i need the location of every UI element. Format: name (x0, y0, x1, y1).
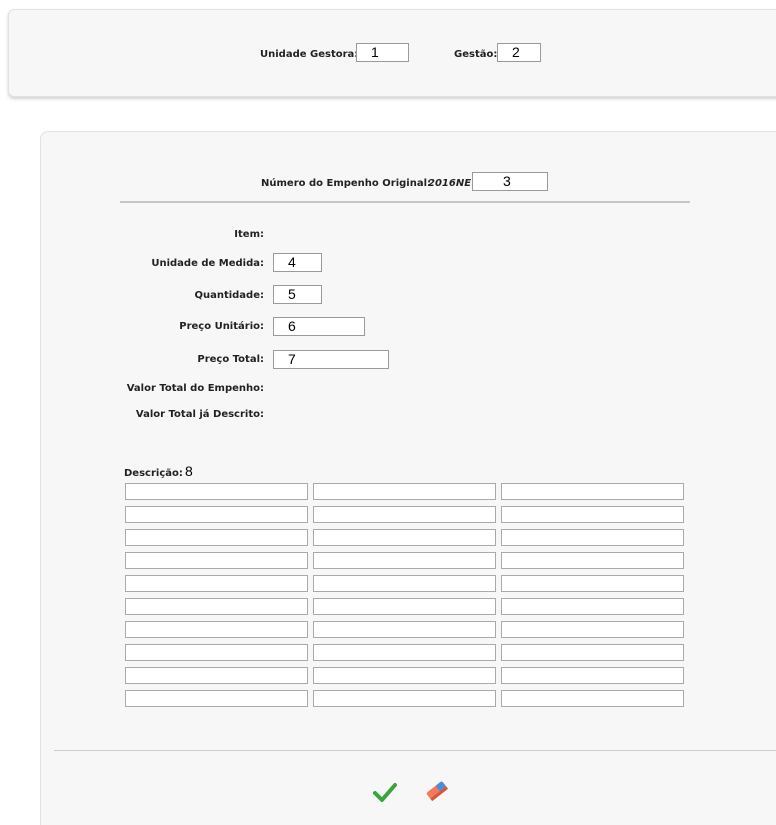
preco-total-input[interactable]: 7 (273, 350, 389, 369)
unidade-medida-input[interactable]: 4 (273, 253, 322, 272)
preco-unitario-input[interactable]: 6 (273, 317, 365, 336)
valor-total-descrito-label: Valor Total já Descrito: (135, 409, 264, 420)
descricao-cell-input[interactable] (125, 598, 308, 615)
descricao-cell-input[interactable] (125, 667, 308, 684)
descricao-cell-input[interactable] (501, 506, 684, 523)
descricao-cell-input[interactable] (313, 483, 496, 500)
gestao-label: Gestão: (454, 49, 498, 60)
check-icon[interactable] (373, 781, 397, 807)
descricao-cell-input[interactable] (125, 575, 308, 592)
descricao-label: Descrição: (124, 468, 183, 479)
descricao-cell-input[interactable] (313, 690, 496, 707)
descricao-cell-input[interactable] (501, 529, 684, 546)
descricao-cell-input[interactable] (501, 598, 684, 615)
descricao-cell-input[interactable] (501, 483, 684, 500)
empenho-label: Número do Empenho Original: (261, 178, 432, 189)
descricao-cell-input[interactable] (125, 621, 308, 638)
valor-total-empenho-label: Valor Total do Empenho: (126, 383, 264, 394)
descricao-cell-input[interactable] (125, 529, 308, 546)
descricao-cell-input[interactable] (125, 506, 308, 523)
descricao-cell-input[interactable] (501, 621, 684, 638)
descricao-cell-input[interactable] (125, 483, 308, 500)
empenho-prefix: 2016NE (428, 178, 472, 189)
unidade-medida-label: Unidade de Medida: (151, 258, 264, 269)
empenho-input[interactable]: 3 (472, 172, 548, 191)
divider (120, 201, 690, 203)
descricao-cell-input[interactable] (313, 552, 496, 569)
descricao-cell-input[interactable] (313, 667, 496, 684)
footer-divider (54, 750, 776, 751)
descricao-cell-input[interactable] (313, 575, 496, 592)
descricao-cell-input[interactable] (501, 644, 684, 661)
descricao-cell-input[interactable] (313, 644, 496, 661)
preco-total-label: Preço Total: (197, 354, 264, 365)
gestao-input[interactable]: 2 (497, 43, 541, 62)
descricao-cell-input[interactable] (501, 575, 684, 592)
descricao-cell-input[interactable] (501, 690, 684, 707)
quantidade-input[interactable]: 5 (273, 285, 322, 304)
descricao-cell-input[interactable] (501, 552, 684, 569)
quantidade-label: Quantidade: (194, 290, 264, 301)
descricao-marker: 8 (185, 463, 193, 479)
descricao-cell-input[interactable] (313, 598, 496, 615)
descricao-cell-input[interactable] (313, 529, 496, 546)
descricao-cell-input[interactable] (313, 506, 496, 523)
item-label: Item: (234, 229, 264, 240)
descricao-cell-input[interactable] (313, 621, 496, 638)
eraser-icon[interactable] (424, 779, 450, 807)
unidade-gestora-label: Unidade Gestora: (260, 49, 359, 60)
descricao-cell-input[interactable] (501, 667, 684, 684)
preco-unitario-label: Preço Unitário: (179, 321, 264, 332)
descricao-cell-input[interactable] (125, 552, 308, 569)
unidade-gestora-input[interactable]: 1 (356, 43, 409, 62)
descricao-cell-input[interactable] (125, 690, 308, 707)
descricao-cell-input[interactable] (125, 644, 308, 661)
